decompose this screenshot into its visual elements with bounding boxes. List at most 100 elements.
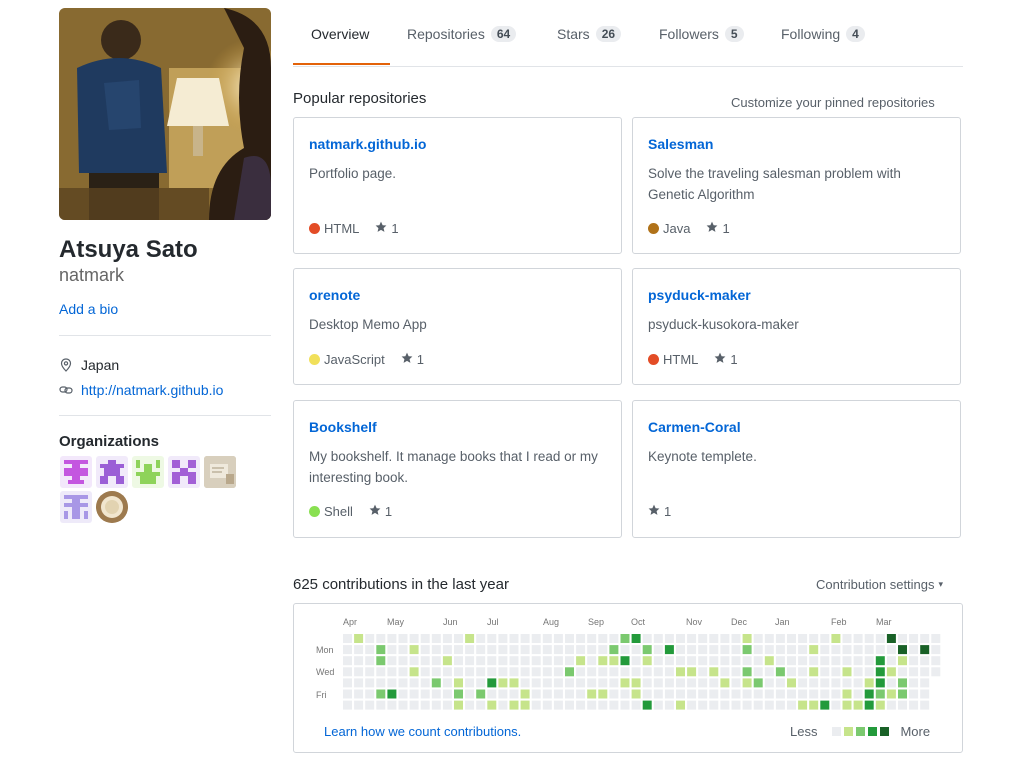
contribution-day[interactable]	[354, 700, 364, 710]
contribution-day[interactable]	[565, 689, 574, 699]
contribution-day[interactable]	[798, 689, 808, 699]
contribution-day[interactable]	[531, 678, 541, 688]
contribution-day[interactable]	[609, 656, 619, 666]
contribution-day[interactable]	[753, 645, 763, 655]
contribution-day[interactable]	[598, 678, 608, 688]
contribution-day[interactable]	[531, 667, 541, 677]
contribution-day[interactable]	[587, 656, 597, 666]
contribution-day[interactable]	[542, 667, 552, 677]
contribution-day[interactable]	[609, 700, 619, 710]
contribution-day[interactable]	[631, 656, 641, 666]
contribution-day[interactable]	[753, 678, 763, 688]
contribution-day[interactable]	[387, 667, 397, 677]
contribution-day[interactable]	[687, 656, 697, 666]
contribution-day[interactable]	[709, 667, 719, 677]
contribution-day[interactable]	[520, 689, 530, 699]
contribution-day[interactable]	[886, 634, 896, 643]
contribution-day[interactable]	[509, 656, 519, 666]
contribution-day[interactable]	[542, 645, 552, 655]
contribution-day[interactable]	[387, 645, 397, 655]
contribution-day[interactable]	[742, 656, 752, 666]
contribution-day[interactable]	[642, 634, 652, 643]
contribution-day[interactable]	[642, 678, 652, 688]
contribution-day[interactable]	[742, 645, 752, 655]
contribution-day[interactable]	[820, 656, 830, 666]
contribution-day[interactable]	[442, 634, 452, 643]
contribution-day[interactable]	[409, 656, 419, 666]
contribution-day[interactable]	[387, 656, 397, 666]
contribution-day[interactable]	[920, 645, 930, 655]
contribution-day[interactable]	[764, 700, 774, 710]
contribution-day[interactable]	[886, 656, 896, 666]
contribution-day[interactable]	[520, 700, 530, 710]
contribution-day[interactable]	[509, 700, 519, 710]
contribution-day[interactable]	[442, 678, 452, 688]
contribution-day[interactable]	[420, 645, 430, 655]
contribution-day[interactable]	[565, 678, 574, 688]
contribution-day[interactable]	[487, 689, 497, 699]
contribution-day[interactable]	[775, 689, 785, 699]
contribution-day[interactable]	[620, 656, 630, 666]
contribution-day[interactable]	[809, 700, 819, 710]
contribution-day[interactable]	[642, 656, 652, 666]
contribution-day[interactable]	[853, 667, 863, 677]
repo-name-link[interactable]: orenote	[309, 287, 360, 303]
contribution-day[interactable]	[442, 689, 452, 699]
repo-stars[interactable]: 1	[375, 221, 399, 236]
contribution-day[interactable]	[631, 678, 641, 688]
contribution-day[interactable]	[920, 667, 930, 677]
contribution-day[interactable]	[676, 700, 685, 710]
contribution-day[interactable]	[853, 689, 863, 699]
contribution-day[interactable]	[509, 634, 519, 643]
contribution-day[interactable]	[365, 700, 375, 710]
contribution-day[interactable]	[687, 689, 697, 699]
repo-stars[interactable]: 1	[369, 504, 392, 519]
contribution-day[interactable]	[909, 656, 919, 666]
contribution-day[interactable]	[620, 700, 630, 710]
contribution-day[interactable]	[620, 634, 630, 643]
contribution-day[interactable]	[698, 689, 708, 699]
profile-avatar[interactable]	[59, 8, 271, 220]
contribution-day[interactable]	[531, 689, 541, 699]
contribution-day[interactable]	[565, 656, 574, 666]
contribution-day[interactable]	[476, 634, 486, 643]
contribution-day[interactable]	[376, 634, 386, 643]
contribution-day[interactable]	[343, 667, 352, 677]
contribution-day[interactable]	[764, 645, 774, 655]
repo-name-link[interactable]: natmark.github.io	[309, 136, 426, 152]
contribution-day[interactable]	[420, 667, 430, 677]
contribution-day[interactable]	[720, 656, 730, 666]
contribution-day[interactable]	[520, 634, 530, 643]
contribution-day[interactable]	[620, 678, 630, 688]
contribution-day[interactable]	[487, 700, 497, 710]
contribution-day[interactable]	[542, 634, 552, 643]
contribution-day[interactable]	[343, 645, 352, 655]
contribution-day[interactable]	[831, 656, 841, 666]
contribution-day[interactable]	[920, 700, 930, 710]
contribution-day[interactable]	[775, 656, 785, 666]
contribution-day[interactable]	[653, 678, 663, 688]
contribution-day[interactable]	[587, 678, 597, 688]
contribution-day[interactable]	[742, 689, 752, 699]
contribution-day[interactable]	[875, 656, 885, 666]
contribution-day[interactable]	[520, 645, 530, 655]
contribution-day[interactable]	[398, 634, 408, 643]
contribution-day[interactable]	[853, 700, 863, 710]
contribution-day[interactable]	[809, 656, 819, 666]
contribution-day[interactable]	[376, 700, 386, 710]
contribution-day[interactable]	[864, 667, 874, 677]
contribution-day[interactable]	[820, 689, 830, 699]
contribution-day[interactable]	[542, 678, 552, 688]
contribution-day[interactable]	[764, 634, 774, 643]
contribution-day[interactable]	[609, 634, 619, 643]
tab-followers[interactable]: Followers 5	[659, 26, 744, 42]
contribution-day[interactable]	[664, 645, 674, 655]
contribution-day[interactable]	[898, 645, 907, 655]
contribution-day[interactable]	[886, 645, 896, 655]
contribution-day[interactable]	[842, 678, 852, 688]
contribution-day[interactable]	[909, 678, 919, 688]
contribution-day[interactable]	[531, 656, 541, 666]
contribution-day[interactable]	[931, 645, 941, 655]
contribution-day[interactable]	[664, 700, 674, 710]
contribution-day[interactable]	[442, 700, 452, 710]
